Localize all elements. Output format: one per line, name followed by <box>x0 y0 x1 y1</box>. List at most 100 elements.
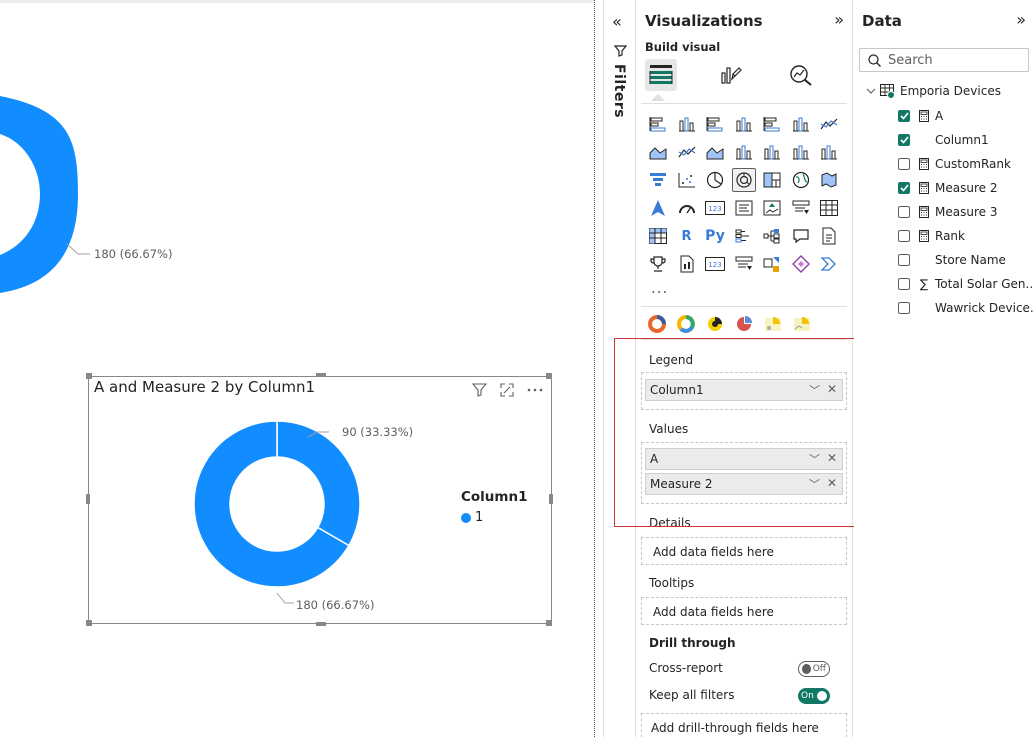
expand-right-icon[interactable]: » <box>1016 10 1026 29</box>
decomposition-tree-icon[interactable] <box>760 224 784 248</box>
stacked-column-icon[interactable] <box>675 112 699 136</box>
keep-all-filters-toggle[interactable]: On <box>798 688 830 704</box>
resize-handle-top-right[interactable] <box>546 373 552 379</box>
custom-visual-3-icon[interactable] <box>704 313 726 335</box>
stacked-bar-icon[interactable] <box>646 112 670 136</box>
100-percent-column-icon[interactable] <box>789 112 813 136</box>
custom-visual-4-icon[interactable] <box>733 313 755 335</box>
collapse-left-icon[interactable]: « <box>612 12 622 31</box>
donut-slice-small[interactable] <box>276 420 361 547</box>
line-chart-icon[interactable] <box>817 112 841 136</box>
field-checkbox[interactable] <box>898 182 910 194</box>
field-checkbox[interactable] <box>898 278 910 290</box>
field-item[interactable]: Rank <box>898 229 965 243</box>
map-icon[interactable] <box>789 168 813 192</box>
custom-visual-2-icon[interactable] <box>675 313 697 335</box>
legend-item[interactable]: 1 <box>461 510 528 525</box>
stacked-area-icon[interactable] <box>675 140 699 164</box>
format-visual-tab[interactable] <box>715 59 747 91</box>
field-item[interactable]: CustomRank <box>898 157 1011 171</box>
r-visual-icon[interactable]: R <box>675 224 699 248</box>
field-item[interactable]: Measure 3 <box>898 205 997 219</box>
chevron-down-icon[interactable] <box>866 87 876 95</box>
sigma-icon: ∑ <box>919 277 929 291</box>
matrix-icon[interactable] <box>646 224 670 248</box>
toggle-knob <box>802 664 811 674</box>
field-item[interactable]: ∑ Total Solar Gen... <box>898 277 1034 291</box>
cross-report-toggle[interactable]: Off <box>798 661 830 677</box>
card-icon[interactable]: 123 <box>703 196 727 220</box>
field-checkbox[interactable] <box>898 110 910 122</box>
pie-chart-icon[interactable] <box>703 168 727 192</box>
card-new-icon[interactable]: 123 <box>703 252 727 276</box>
field-checkbox[interactable] <box>898 158 910 170</box>
expand-right-icon[interactable]: » <box>834 10 844 29</box>
ribbon-chart-icon[interactable] <box>789 140 813 164</box>
large-slice-leader-line <box>276 592 294 604</box>
qna-icon[interactable] <box>789 224 813 248</box>
filters-label[interactable]: Filters <box>611 64 627 118</box>
field-checkbox[interactable] <box>898 302 910 314</box>
paginated-report-icon[interactable] <box>675 252 699 276</box>
resize-handle-bottom[interactable] <box>316 622 326 626</box>
100-percent-bar-icon[interactable] <box>760 112 784 136</box>
search-input[interactable] <box>888 52 1018 68</box>
resize-handle-left[interactable] <box>86 494 90 504</box>
resize-handle-bottom-right[interactable] <box>546 620 552 626</box>
custom-visual-6-icon[interactable] <box>791 313 813 335</box>
upper-donut-slice[interactable] <box>0 96 78 293</box>
resize-handle-top-left[interactable] <box>86 373 92 379</box>
kpi-icon[interactable] <box>760 196 784 220</box>
report-canvas[interactable]: 180 (66.67%) A and Measure 2 by Column1 … <box>0 0 594 737</box>
narrative-icon[interactable] <box>817 224 841 248</box>
metrics-icon[interactable] <box>789 252 813 276</box>
resize-handle-top[interactable] <box>316 373 326 377</box>
search-box[interactable] <box>859 48 1029 72</box>
analytics-tab[interactable] <box>785 59 817 91</box>
table-node[interactable]: Emporia Devices <box>866 84 1001 99</box>
tooltips-well[interactable]: Add data fields here <box>641 597 847 625</box>
custom-visual-5-icon[interactable] <box>762 313 784 335</box>
area-chart-icon[interactable] <box>646 140 670 164</box>
treemap-icon[interactable] <box>760 168 784 192</box>
field-item[interactable]: Store Name <box>898 253 1006 267</box>
field-item[interactable]: Wawrick Device... <box>898 301 1034 315</box>
line-clustered-column-icon[interactable] <box>760 140 784 164</box>
waterfall-icon[interactable] <box>817 140 841 164</box>
drill-through-well[interactable]: Add drill-through fields here <box>641 713 847 737</box>
custom-visual-1-icon[interactable] <box>646 313 668 335</box>
scatter-icon[interactable] <box>675 168 699 192</box>
filled-map-icon[interactable] <box>817 168 841 192</box>
field-item[interactable]: Measure 2 <box>898 181 997 195</box>
funnel-icon[interactable] <box>646 168 670 192</box>
clustered-column-icon[interactable] <box>732 112 756 136</box>
goals-icon[interactable] <box>646 252 670 276</box>
field-checkbox[interactable] <box>898 230 910 242</box>
azure-map-icon[interactable] <box>646 196 670 220</box>
clustered-bar-icon[interactable] <box>703 112 727 136</box>
details-well[interactable]: Add data fields here <box>641 537 847 565</box>
multi-row-card-icon[interactable] <box>732 196 756 220</box>
field-checkbox[interactable] <box>898 206 910 218</box>
forward-icon[interactable] <box>817 252 841 276</box>
field-item[interactable]: Column1 <box>898 133 989 147</box>
field-checkbox[interactable] <box>898 254 910 266</box>
power-apps-icon[interactable] <box>732 252 756 276</box>
python-visual-icon[interactable]: Py <box>703 224 727 248</box>
gauge-icon[interactable] <box>675 196 699 220</box>
field-item[interactable]: A <box>898 109 943 123</box>
line-column-icon[interactable] <box>732 140 756 164</box>
100-area-icon[interactable] <box>703 140 727 164</box>
resize-handle-bottom-left[interactable] <box>86 620 92 626</box>
key-influencers-icon[interactable] <box>732 224 756 248</box>
build-visual-tab[interactable] <box>645 59 677 91</box>
donut-chart-icon[interactable] <box>731 168 756 192</box>
donut-visual[interactable]: A and Measure 2 by Column1 90 (33.33%) 1… <box>88 376 552 624</box>
power-automate-icon[interactable] <box>760 252 784 276</box>
field-checkbox[interactable] <box>898 134 910 146</box>
table-icon[interactable] <box>817 196 841 220</box>
more-visuals-button[interactable]: ... <box>651 279 668 297</box>
resize-handle-right[interactable] <box>549 494 553 504</box>
upper-donut-chart[interactable]: 180 (66.67%) <box>0 0 594 340</box>
slicer-icon[interactable] <box>789 196 813 220</box>
